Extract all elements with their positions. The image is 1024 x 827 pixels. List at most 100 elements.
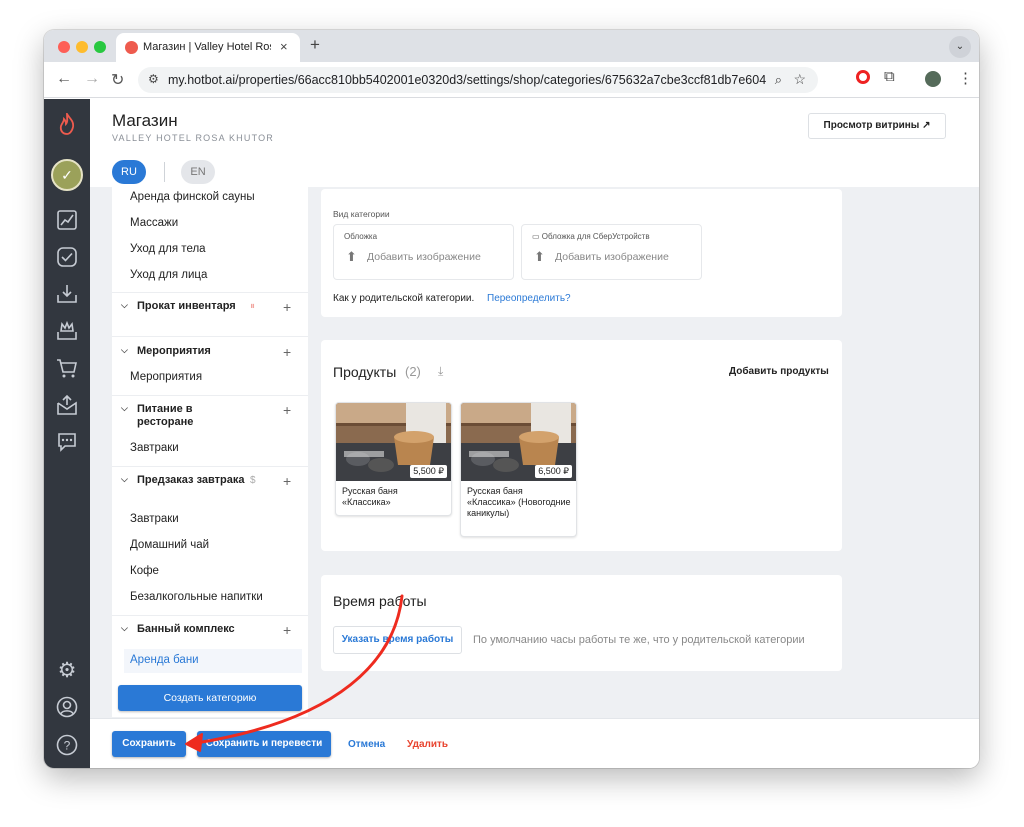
chevron-down-icon[interactable]: ⌄ [949, 36, 971, 58]
divider [112, 336, 308, 337]
inbox-download-icon[interactable] [55, 283, 79, 307]
add-products-link[interactable]: Добавить продукты [729, 366, 829, 377]
mail-upload-icon[interactable] [55, 394, 79, 418]
add-subcategory-icon[interactable]: + [283, 344, 291, 360]
close-window-button[interactable] [58, 41, 70, 53]
add-image-action[interactable]: Добавить изображение [555, 251, 669, 263]
category-item[interactable]: Мероприятия [130, 371, 202, 383]
product-price: 6,500 ₽ [535, 465, 572, 478]
category-tree: Аренда финской сауны Массажи Уход для те… [112, 187, 308, 717]
override-link[interactable]: Переопределить? [487, 293, 571, 304]
inherit-text: Как у родительской категории. [333, 293, 475, 304]
cancel-link[interactable]: Отмена [348, 739, 385, 750]
browser-tab[interactable]: Магазин | Valley Hotel Rosa Khutor × [116, 33, 300, 62]
lang-divider [164, 162, 165, 182]
tab-bar: Магазин | Valley Hotel Rosa Khutor × + ⌄ [44, 30, 979, 62]
sber-caption-text: Обложка для СберУстройств [541, 232, 650, 241]
category-item-active[interactable]: Аренда бани [130, 654, 199, 666]
group-label: Мероприятия [137, 345, 211, 357]
save-button[interactable]: Сохранить [112, 731, 186, 757]
sber-cover-caption: ▭ Обложка для СберУстройств [532, 232, 650, 241]
settings-gear-icon[interactable]: ⚙ [55, 659, 79, 683]
profile-avatar-icon[interactable] [925, 71, 941, 87]
divider [112, 615, 308, 616]
site-settings-icon[interactable]: ⚙ [148, 72, 159, 86]
category-view-card: Вид категории Обложка ⬆ Добавить изображ… [321, 189, 842, 317]
category-item[interactable]: Уход для лица [130, 269, 207, 281]
download-icon[interactable]: ⤓ [438, 364, 443, 379]
chat-icon[interactable] [55, 431, 79, 455]
create-category-button[interactable]: Создать категорию [118, 685, 302, 711]
bookmark-star-icon[interactable]: ☆ [793, 71, 806, 88]
new-tab-button[interactable]: + [310, 35, 320, 55]
delete-link[interactable]: Удалить [407, 739, 448, 750]
property-avatar[interactable]: ✓ [51, 159, 83, 191]
flame-icon [125, 41, 138, 54]
add-image-action[interactable]: Добавить изображение [367, 251, 481, 263]
url-text[interactable]: my.hotbot.ai/properties/66acc810bb540200… [168, 73, 766, 87]
preview-storefront-button[interactable]: Просмотр витрины ↗ [808, 113, 946, 139]
set-hours-button[interactable]: Указать время работы [333, 626, 462, 654]
reload-icon[interactable]: ↻ [111, 70, 124, 90]
category-item[interactable]: Кофе [130, 565, 159, 577]
product-card[interactable]: 5,500 ₽ Русская баня «Классика» [335, 402, 452, 516]
products-title: Продукты [333, 364, 397, 380]
divider [112, 466, 308, 467]
back-arrow-icon[interactable]: ← [56, 70, 72, 88]
cart-icon[interactable] [55, 357, 79, 381]
add-subcategory-icon[interactable]: + [283, 473, 291, 489]
chevron-down-icon[interactable]: ⌵ [121, 403, 128, 414]
paused-icon: ⏸ [250, 301, 255, 312]
group-label: Прокат инвентаря [137, 300, 236, 312]
svg-text:?: ? [64, 739, 71, 753]
chevron-down-icon[interactable]: ⌵ [121, 300, 128, 311]
category-item[interactable]: Завтраки [130, 513, 179, 525]
check-circle-icon[interactable] [55, 246, 79, 270]
add-subcategory-icon[interactable]: + [283, 622, 291, 638]
upload-icon: ⬆ [534, 249, 545, 264]
add-subcategory-icon[interactable]: + [283, 299, 291, 315]
cover-upload-box[interactable]: Обложка ⬆ Добавить изображение [333, 224, 514, 280]
product-card[interactable]: 6,500 ₽ Русская баня «Классика» (Новогод… [460, 402, 577, 537]
cover-caption: Обложка [344, 232, 378, 241]
save-and-translate-button[interactable]: Сохранить и перевести [197, 731, 331, 757]
upload-icon: ⬆ [346, 249, 357, 264]
category-item[interactable]: Массажи [130, 217, 178, 229]
lang-tab-ru[interactable]: RU [112, 160, 146, 184]
paid-dollar-icon: $ [250, 475, 256, 486]
category-item[interactable]: Завтраки [130, 442, 179, 454]
lang-tab-en[interactable]: EN [181, 160, 215, 184]
page-subtitle: VALLEY HOTEL ROSA KHUTOR [112, 133, 275, 143]
zoom-window-button[interactable] [94, 41, 106, 53]
hours-default-text: По умолчанию часы работы те же, что у ро… [473, 634, 805, 646]
chevron-down-icon[interactable]: ⌵ [121, 623, 128, 634]
zoom-icon[interactable]: ⌕ [775, 72, 782, 88]
help-icon[interactable]: ? [55, 734, 79, 758]
chevron-down-icon[interactable]: ⌵ [121, 345, 128, 356]
hours-title: Время работы [333, 593, 427, 609]
forward-arrow-icon[interactable]: → [84, 70, 100, 88]
group-label: Предзаказ завтрака [137, 474, 245, 486]
close-tab-icon[interactable]: × [280, 39, 288, 54]
opera-extension-icon[interactable] [856, 70, 870, 84]
chevron-down-icon[interactable]: ⌵ [121, 474, 128, 485]
add-subcategory-icon[interactable]: + [283, 402, 291, 418]
browser-window: Магазин | Valley Hotel Rosa Khutor × + ⌄… [44, 30, 979, 768]
tab-title: Магазин | Valley Hotel Rosa Khutor [143, 41, 271, 53]
category-item[interactable]: Аренда финской сауны [130, 191, 255, 203]
flame-logo-icon[interactable] [55, 110, 79, 137]
minimize-window-button[interactable] [76, 41, 88, 53]
crown-box-icon[interactable] [55, 320, 79, 344]
url-bar[interactable]: ⚙ my.hotbot.ai/properties/66acc810bb5402… [138, 67, 818, 93]
sber-cover-upload-box[interactable]: ▭ Обложка для СберУстройств ⬆ Добавить и… [521, 224, 702, 280]
puzzle-extension-icon[interactable]: ⧉ [884, 68, 895, 85]
kebab-menu-icon[interactable]: ⋮ [958, 69, 973, 87]
divider [112, 292, 308, 293]
products-card: Продукты (2) ⤓ Добавить продукты 5,500 ₽… [321, 340, 842, 551]
user-profile-icon[interactable] [55, 696, 79, 720]
category-item[interactable]: Уход для тела [130, 243, 206, 255]
category-item[interactable]: Безалкогольные напитки [130, 591, 263, 603]
analytics-icon[interactable] [55, 209, 79, 233]
working-hours-card: Время работы Указать время работы По умо… [321, 575, 842, 671]
category-item[interactable]: Домашний чай [130, 539, 209, 551]
